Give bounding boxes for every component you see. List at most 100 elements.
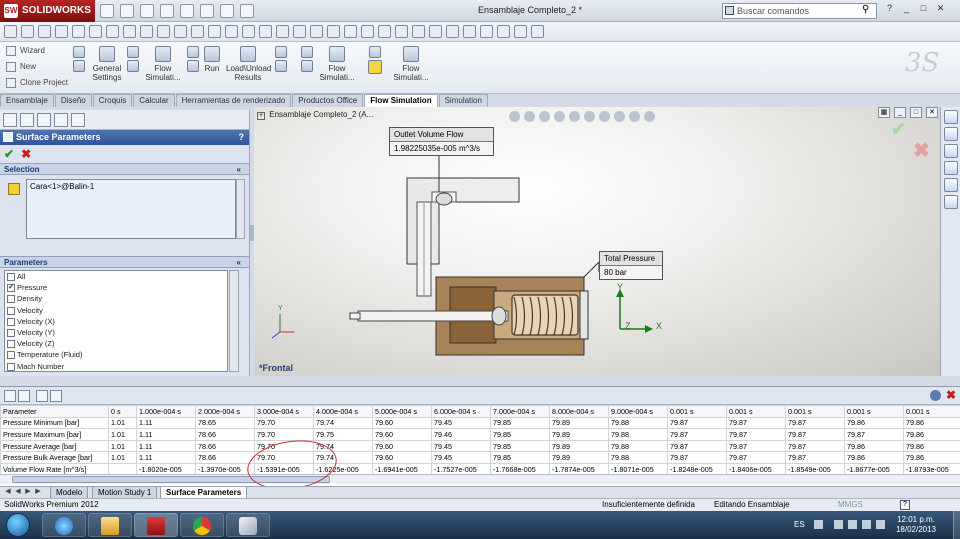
column-header[interactable]: 0.001 s — [903, 405, 960, 418]
column-header[interactable]: 1.000e-004 s — [136, 405, 196, 418]
tray-arrow-icon[interactable] — [814, 520, 823, 529]
cancel-button[interactable]: ✖ — [21, 148, 31, 160]
outlet-volume-flow-callout[interactable]: Outlet Volume Flow 1.98225035e-005 m^3/s — [389, 127, 494, 156]
column-header[interactable]: 0 s — [108, 405, 137, 418]
tab-simulation[interactable]: Simulation — [438, 94, 488, 107]
std-view-left-icon[interactable] — [497, 25, 510, 38]
solidworks-logo[interactable]: SW SOLIDWORKS — [0, 0, 95, 22]
isosurface-icon[interactable] — [301, 46, 313, 58]
table-cell[interactable]: 79.87 — [667, 416, 727, 430]
help-button[interactable]: ? — [239, 130, 245, 145]
table-cell[interactable]: 79.60 — [372, 439, 432, 453]
table-cell[interactable]: 79.70 — [254, 439, 314, 453]
network-icon[interactable] — [862, 520, 871, 529]
table-cell[interactable]: Pressure Bulk Average [bar] — [0, 451, 109, 464]
instant3d-icon[interactable] — [395, 25, 408, 38]
table-cell[interactable]: 79.60 — [372, 451, 432, 464]
undo-icon[interactable] — [180, 4, 194, 18]
calc-control-icon[interactable] — [127, 60, 139, 72]
table-cell[interactable]: Pressure Minimum [bar] — [0, 416, 109, 430]
std-view-bottom-icon[interactable] — [514, 25, 527, 38]
open-icon[interactable] — [120, 4, 134, 18]
parameter-checkbox[interactable] — [7, 340, 15, 349]
column-header[interactable]: 2.000e-004 s — [195, 405, 255, 418]
column-header[interactable]: 0.001 s — [844, 405, 904, 418]
flow-simulation-menu-2[interactable]: Flow Simulati... — [318, 46, 356, 82]
table-cell[interactable]: 1.01 — [108, 416, 137, 430]
language-indicator[interactable]: ES — [794, 520, 805, 529]
power-icon[interactable] — [848, 520, 857, 529]
rotate-component-icon[interactable] — [276, 25, 289, 38]
parameter-item[interactable]: Velocity — [5, 305, 227, 316]
options-icon[interactable] — [240, 4, 254, 18]
zoom-fit-icon[interactable] — [4, 25, 17, 38]
table-cell[interactable]: 79.87 — [726, 439, 786, 453]
table-cell[interactable]: Pressure Average [bar] — [0, 439, 109, 453]
column-header[interactable]: 7.000e-004 s — [490, 405, 550, 418]
table-cell[interactable]: 79.85 — [490, 451, 550, 464]
table-cell[interactable]: 79.60 — [372, 416, 432, 430]
new-motion-study-icon[interactable] — [361, 25, 374, 38]
section-view-icon[interactable] — [55, 25, 68, 38]
flow-simulation-menu-3[interactable]: Flow Simulati... — [392, 46, 430, 82]
table-cell[interactable]: 78.66 — [195, 439, 255, 453]
mate-icon[interactable] — [242, 25, 255, 38]
print-icon[interactable] — [160, 4, 174, 18]
selection-item[interactable]: Cara<1>@Balin-1 — [30, 182, 232, 191]
boundary-icon[interactable] — [187, 60, 199, 72]
scrollbar-thumb[interactable] — [12, 476, 330, 483]
file-explorer-icon[interactable] — [943, 144, 958, 158]
hide-show-icon[interactable] — [106, 25, 119, 38]
table-cell[interactable]: 79.87 — [726, 451, 786, 464]
new-document-icon[interactable] — [100, 4, 114, 18]
table-cell[interactable]: 78.66 — [195, 451, 255, 464]
table-cell[interactable]: 79.74 — [313, 416, 373, 430]
selection-list[interactable]: Cara<1>@Balin-1 — [26, 179, 236, 239]
table-cell[interactable]: 1.01 — [108, 451, 137, 464]
rebuild-icon[interactable] — [220, 4, 234, 18]
table-cell[interactable]: 1.11 — [136, 428, 196, 441]
close-icon[interactable]: ✕ — [935, 3, 946, 17]
ok-button[interactable]: ✔ — [4, 148, 14, 160]
flow-goal-icon[interactable] — [73, 60, 85, 72]
parameter-item[interactable]: Velocity (Z) — [5, 338, 227, 349]
parameter-checkbox[interactable] — [7, 273, 15, 281]
parameter-checkbox[interactable] — [7, 317, 15, 326]
std-view-iso-icon[interactable] — [463, 25, 476, 38]
apply-scene-icon[interactable] — [140, 25, 153, 38]
tab-productos-office[interactable]: Productos Office — [292, 94, 364, 107]
parameter-item[interactable]: ✔ Pressure — [5, 282, 227, 293]
parameter-checkbox[interactable] — [7, 295, 15, 304]
units-icon[interactable] — [127, 46, 139, 58]
run-button[interactable]: Run — [202, 46, 222, 73]
previous-view-icon[interactable] — [38, 25, 51, 38]
chevron-up-icon[interactable]: « — [237, 164, 241, 175]
paste-icon[interactable] — [50, 390, 62, 402]
table-cell[interactable]: 1.01 — [108, 439, 137, 453]
table-cell[interactable]: 79.74 — [313, 439, 373, 453]
parameter-checkbox[interactable] — [7, 328, 15, 337]
table-cell[interactable]: 79.87 — [726, 416, 786, 430]
flow-trajectory-icon[interactable] — [301, 60, 313, 72]
feature-manager-icon[interactable] — [3, 113, 17, 127]
mesh-icon[interactable] — [187, 46, 199, 58]
pan-icon[interactable] — [191, 25, 204, 38]
table-cell[interactable]: 79.87 — [667, 451, 727, 464]
table-cell[interactable]: 79.88 — [608, 428, 668, 441]
first-tab-icon[interactable]: ◀ — [4, 488, 12, 496]
table-cell[interactable]: 1.11 — [136, 439, 196, 453]
table-cell[interactable]: 79.45 — [431, 451, 491, 464]
bill-of-materials-icon[interactable] — [378, 25, 391, 38]
table-cell[interactable]: 79.89 — [549, 451, 609, 464]
column-header[interactable]: 8.000e-004 s — [549, 405, 609, 418]
parameter-item[interactable]: Velocity (Y) — [5, 327, 227, 338]
table-cell[interactable]: 79.89 — [549, 416, 609, 430]
search-commands-input[interactable]: Buscar comandos — [722, 3, 877, 19]
column-header[interactable]: 5.000e-004 s — [372, 405, 432, 418]
column-header[interactable]: 0.001 s — [667, 405, 727, 418]
table-cell[interactable]: 79.74 — [313, 451, 373, 464]
cut-plot-icon[interactable] — [275, 46, 287, 58]
table-cell[interactable]: 79.86 — [903, 439, 960, 453]
parameter-item[interactable]: Temperature (Fluid) — [5, 349, 227, 360]
restore-icon[interactable]: □ — [918, 3, 929, 17]
